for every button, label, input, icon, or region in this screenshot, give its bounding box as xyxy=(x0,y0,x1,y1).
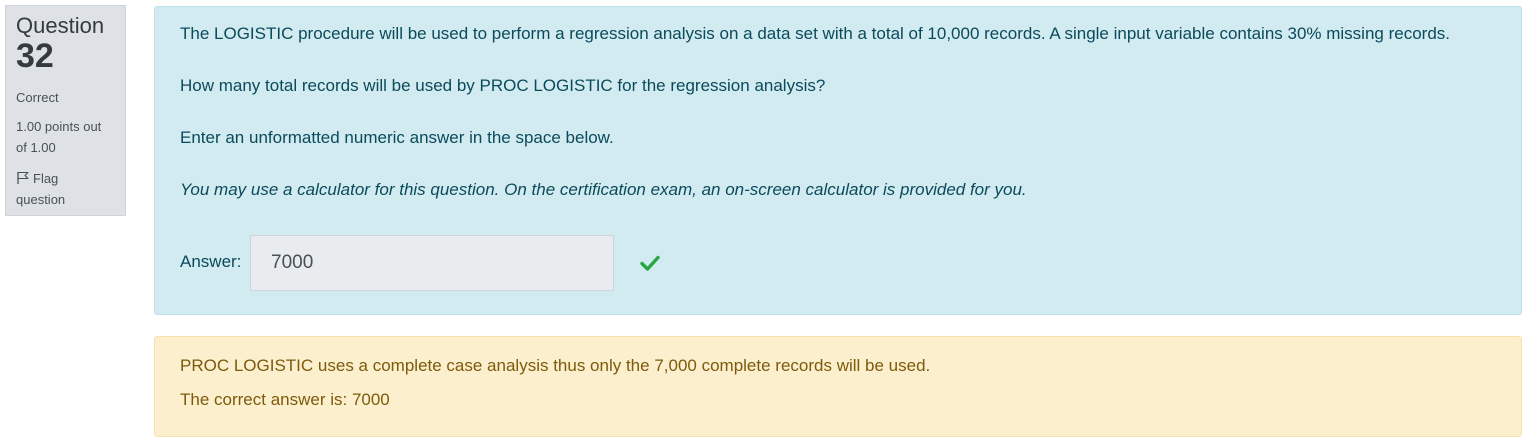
question-paragraph-4: You may use a calculator for this questi… xyxy=(180,180,1027,199)
quiz-question-page: Question 32 Correct 1.00 points out of 1… xyxy=(0,0,1532,448)
question-info-panel: Question 32 Correct 1.00 points out of 1… xyxy=(5,5,126,216)
question-grade: 1.00 points out of 1.00 xyxy=(16,116,115,158)
question-state: Correct xyxy=(16,90,59,105)
flag-question-button[interactable]: Flag question xyxy=(16,168,115,210)
answer-label: Answer: xyxy=(180,252,242,271)
check-icon xyxy=(640,254,660,272)
question-paragraph-2: How many total records will be used by P… xyxy=(180,76,826,95)
answer-input[interactable] xyxy=(250,235,614,291)
question-label: Question xyxy=(16,13,105,38)
flag-icon xyxy=(16,170,30,184)
grade-line-2: of 1.00 xyxy=(16,140,56,155)
flag-label-line-1: Flag xyxy=(33,171,59,186)
flag-label-line-2: question xyxy=(16,192,66,207)
correct-answer-text: The correct answer is: 7000 xyxy=(180,390,390,409)
question-number: 32 xyxy=(16,37,54,75)
question-paragraph-3: Enter an unformatted numeric answer in t… xyxy=(180,128,614,147)
feedback-box: PROC LOGISTIC uses a complete case analy… xyxy=(154,336,1522,437)
question-paragraph-1: The LOGISTIC procedure will be used to p… xyxy=(180,24,1450,43)
question-text-box: The LOGISTIC procedure will be used to p… xyxy=(154,6,1522,315)
general-feedback: PROC LOGISTIC uses a complete case analy… xyxy=(180,356,931,375)
grade-line-1: 1.00 points out xyxy=(16,119,102,134)
